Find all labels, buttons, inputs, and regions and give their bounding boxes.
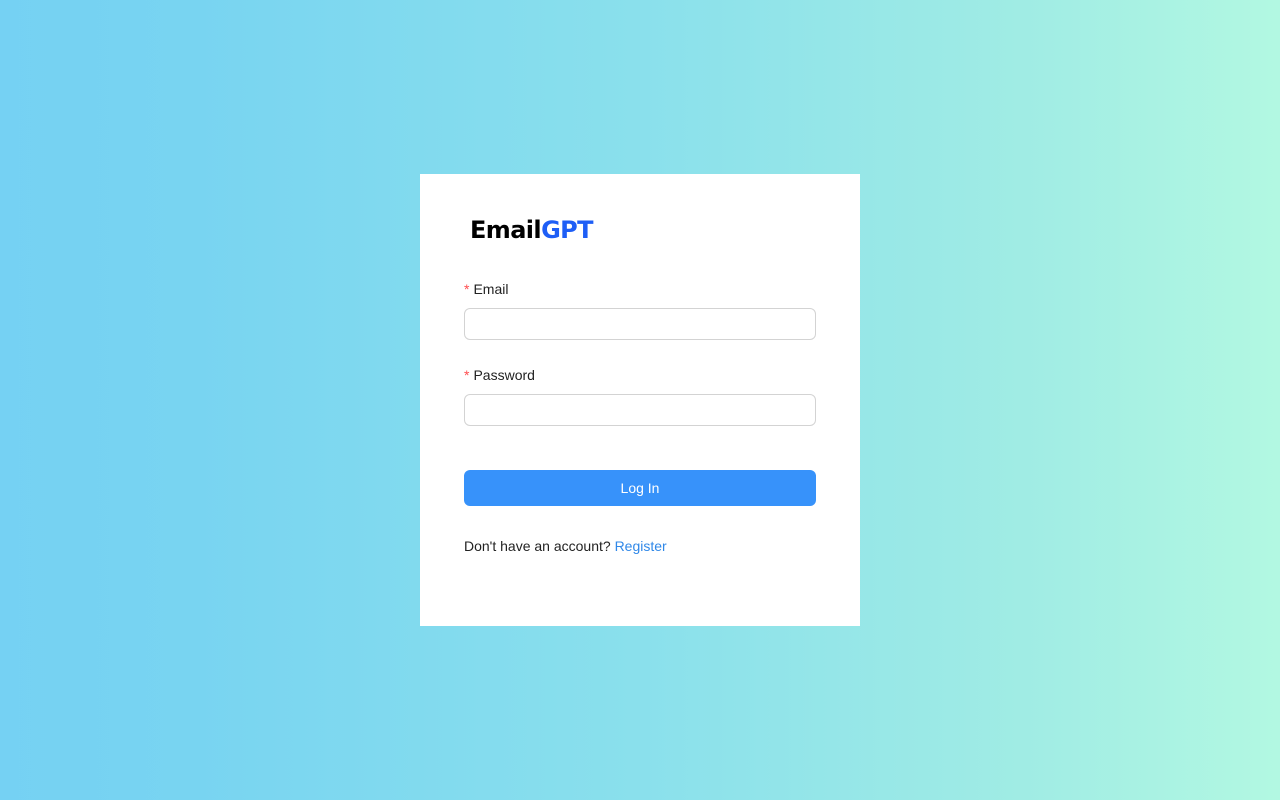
register-prompt: Don't have an account? Register	[464, 537, 667, 555]
password-label: * Password	[464, 366, 535, 384]
password-field[interactable]	[464, 394, 816, 426]
password-label-text: Password	[473, 367, 535, 383]
register-prompt-text: Don't have an account?	[464, 538, 611, 554]
register-link[interactable]: Register	[615, 538, 667, 554]
email-label-text: Email	[473, 281, 509, 297]
logo-text-gpt: GPT	[541, 216, 593, 244]
email-field[interactable]	[464, 308, 816, 340]
required-marker: *	[464, 281, 470, 297]
required-marker: *	[464, 367, 470, 383]
brand-logo: EmailGPT	[470, 216, 594, 244]
login-card: EmailGPT * Email * Password Log In Don't h…	[420, 174, 860, 626]
login-button[interactable]: Log In	[464, 470, 816, 506]
logo-text-email: Email	[470, 216, 542, 244]
email-label: * Email	[464, 280, 508, 298]
